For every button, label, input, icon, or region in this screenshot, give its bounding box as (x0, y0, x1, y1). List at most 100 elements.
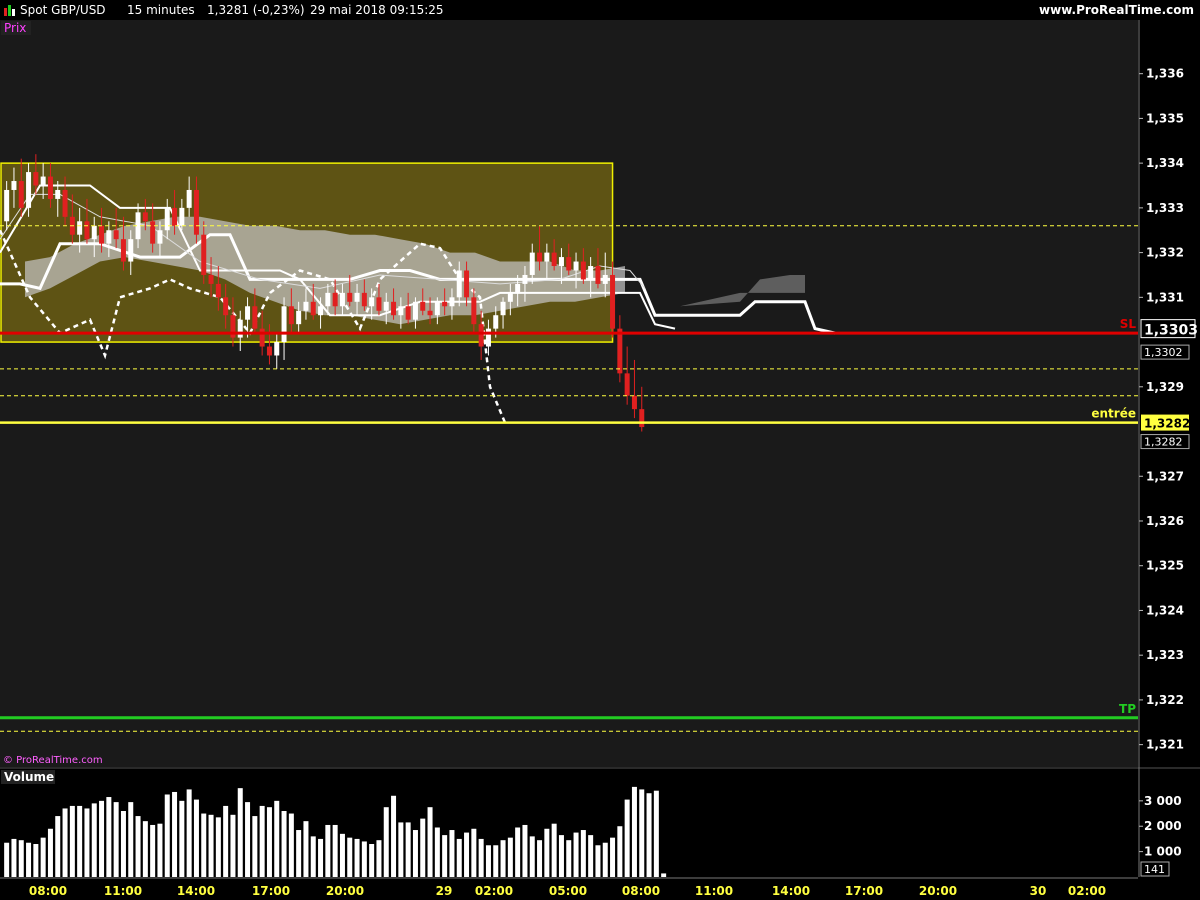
volume-bar[interactable] (617, 826, 623, 877)
candle-body[interactable] (84, 221, 90, 240)
candle-body[interactable] (99, 225, 105, 244)
volume-bar[interactable] (412, 830, 418, 877)
volume-bar[interactable] (62, 808, 68, 877)
volume-bar[interactable] (624, 799, 630, 877)
candle-body[interactable] (26, 172, 32, 208)
volume-bar[interactable] (471, 828, 477, 877)
volume-bar[interactable] (573, 832, 579, 877)
volume-bar[interactable] (40, 837, 46, 877)
candle-body[interactable] (332, 292, 338, 307)
candle-body[interactable] (566, 257, 572, 271)
candle-body[interactable] (266, 346, 272, 356)
candle-body[interactable] (507, 292, 513, 302)
candle-body[interactable] (208, 274, 214, 284)
candle-body[interactable] (237, 319, 243, 338)
volume-bar[interactable] (47, 828, 53, 877)
candle-body[interactable] (449, 297, 455, 307)
candle-body[interactable] (580, 261, 586, 280)
volume-bar[interactable] (361, 841, 367, 877)
candle-body[interactable] (354, 292, 360, 302)
candle-body[interactable] (193, 189, 199, 235)
volume-bar[interactable] (442, 835, 448, 877)
candle-body[interactable] (456, 270, 462, 298)
candle-body[interactable] (544, 252, 550, 262)
volume-bar[interactable] (186, 789, 192, 877)
candle-body[interactable] (157, 230, 163, 244)
volume-bar[interactable] (639, 789, 645, 877)
volume-bar[interactable] (223, 805, 229, 877)
candle-body[interactable] (164, 207, 170, 231)
candle-body[interactable] (259, 328, 265, 347)
volume-bar[interactable] (332, 824, 338, 877)
volume-bar[interactable] (551, 823, 557, 877)
candle-body[interactable] (62, 189, 68, 217)
volume-bar[interactable] (391, 795, 397, 877)
volume-bar[interactable] (464, 832, 470, 877)
candle-body[interactable] (515, 283, 521, 293)
candle-body[interactable] (631, 395, 637, 410)
candle-body[interactable] (405, 306, 411, 320)
candle-body[interactable] (186, 189, 192, 208)
volume-bar[interactable] (398, 822, 404, 877)
candle-body[interactable] (383, 301, 389, 311)
volume-bar[interactable] (281, 811, 287, 877)
candle-body[interactable] (33, 172, 39, 186)
candle-body[interactable] (478, 324, 484, 347)
volume-bar[interactable] (4, 842, 10, 877)
candle-body[interactable] (412, 301, 418, 320)
volume-bar[interactable] (106, 797, 112, 877)
candle-body[interactable] (595, 266, 601, 284)
candle-body[interactable] (223, 297, 229, 316)
candle-body[interactable] (639, 409, 645, 428)
volume-bar[interactable] (245, 802, 251, 877)
volume-bar[interactable] (566, 840, 572, 877)
volume-bar[interactable] (325, 824, 331, 877)
volume-bar[interactable] (507, 837, 513, 877)
candle-body[interactable] (245, 306, 251, 320)
volume-bar[interactable] (135, 816, 141, 877)
candle-body[interactable] (434, 301, 440, 316)
candle-body[interactable] (325, 292, 331, 307)
volume-bar[interactable] (434, 827, 440, 878)
price-chart[interactable]: 1,336 1,335 1,334 1,333 1,332 1,331 1,329 1,327… (0, 0, 1200, 900)
volume-bar[interactable] (456, 838, 462, 877)
candle-body[interactable] (142, 212, 148, 222)
candle-body[interactable] (310, 301, 316, 316)
volume-bar[interactable] (128, 802, 134, 877)
volume-bar[interactable] (266, 807, 272, 877)
candle-body[interactable] (274, 342, 280, 356)
volume-bar[interactable] (595, 845, 601, 877)
volume-bar[interactable] (405, 822, 411, 877)
candle-body[interactable] (471, 297, 477, 325)
volume-bar[interactable] (580, 830, 586, 877)
candle-body[interactable] (617, 328, 623, 374)
candle-body[interactable] (128, 239, 134, 262)
volume-bar[interactable] (485, 845, 491, 877)
candle-body[interactable] (113, 230, 119, 240)
volume-bar[interactable] (369, 844, 375, 877)
volume-bar[interactable] (449, 830, 455, 877)
volume-bar[interactable] (55, 816, 61, 877)
volume-bar[interactable] (354, 838, 360, 877)
volume-bar[interactable] (113, 802, 119, 877)
candle-body[interactable] (624, 373, 630, 396)
volume-bar[interactable] (77, 805, 83, 877)
candle-body[interactable] (522, 274, 528, 284)
candle-body[interactable] (420, 301, 426, 311)
candle-body[interactable] (339, 292, 345, 307)
candle-body[interactable] (296, 310, 302, 325)
volume-bar[interactable] (376, 840, 382, 877)
candle-body[interactable] (120, 239, 126, 262)
candle-body[interactable] (398, 306, 404, 316)
candle-body[interactable] (485, 328, 491, 347)
volume-bar[interactable] (588, 835, 594, 877)
candle-body[interactable] (11, 181, 17, 190)
candle-body[interactable] (179, 207, 185, 226)
volume-bar[interactable] (91, 803, 97, 877)
candle-body[interactable] (551, 252, 557, 267)
volume-bar[interactable] (493, 845, 499, 877)
volume-bar[interactable] (537, 840, 543, 877)
candle-body[interactable] (493, 315, 499, 329)
candle-body[interactable] (558, 257, 564, 267)
candle-body[interactable] (464, 270, 470, 298)
